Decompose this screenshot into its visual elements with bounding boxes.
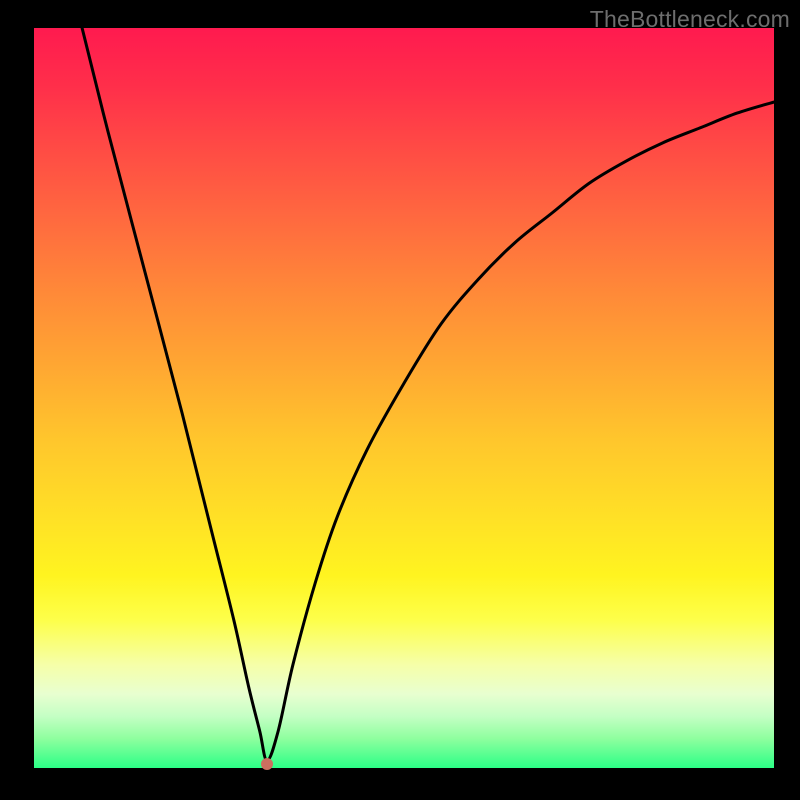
plot-area <box>34 28 774 768</box>
bottleneck-curve <box>34 28 774 768</box>
optimal-point-marker <box>261 758 273 770</box>
chart-frame: TheBottleneck.com <box>0 0 800 800</box>
watermark-text: TheBottleneck.com <box>590 6 790 33</box>
